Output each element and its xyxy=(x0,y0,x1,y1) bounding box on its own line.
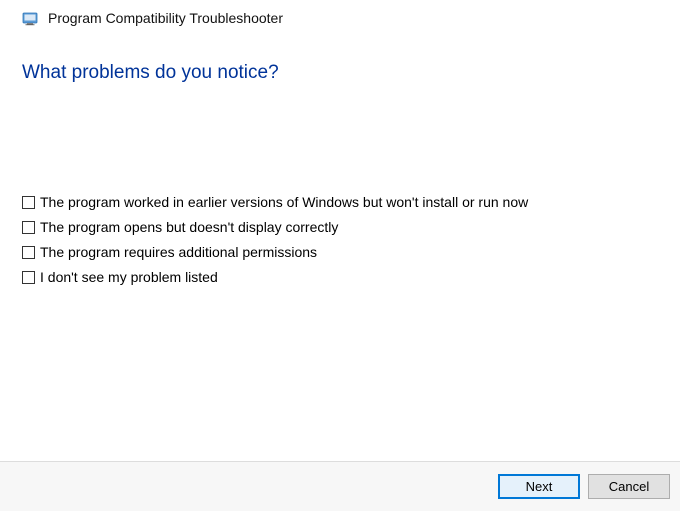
cancel-button[interactable]: Cancel xyxy=(588,474,670,499)
option-label: The program worked in earlier versions o… xyxy=(40,194,528,210)
wizard-footer: Next Cancel xyxy=(0,461,680,511)
option-not-listed[interactable]: I don't see my problem listed xyxy=(22,269,658,285)
problem-options: The program worked in earlier versions o… xyxy=(22,194,658,285)
next-button[interactable]: Next xyxy=(498,474,580,499)
checkbox-icon[interactable] xyxy=(22,196,35,209)
page-heading: What problems do you notice? xyxy=(22,62,658,84)
checkbox-icon[interactable] xyxy=(22,246,35,259)
option-earlier-versions[interactable]: The program worked in earlier versions o… xyxy=(22,194,658,210)
option-permissions[interactable]: The program requires additional permissi… xyxy=(22,244,658,260)
checkbox-icon[interactable] xyxy=(22,271,35,284)
troubleshooter-icon xyxy=(22,10,38,26)
wizard-title: Program Compatibility Troubleshooter xyxy=(48,10,283,26)
wizard-header: Program Compatibility Troubleshooter xyxy=(0,0,680,34)
option-label: I don't see my problem listed xyxy=(40,269,218,285)
wizard-content: What problems do you notice? The program… xyxy=(0,34,680,461)
checkbox-icon[interactable] xyxy=(22,221,35,234)
option-label: The program opens but doesn't display co… xyxy=(40,219,338,235)
option-display-incorrect[interactable]: The program opens but doesn't display co… xyxy=(22,219,658,235)
option-label: The program requires additional permissi… xyxy=(40,244,317,260)
